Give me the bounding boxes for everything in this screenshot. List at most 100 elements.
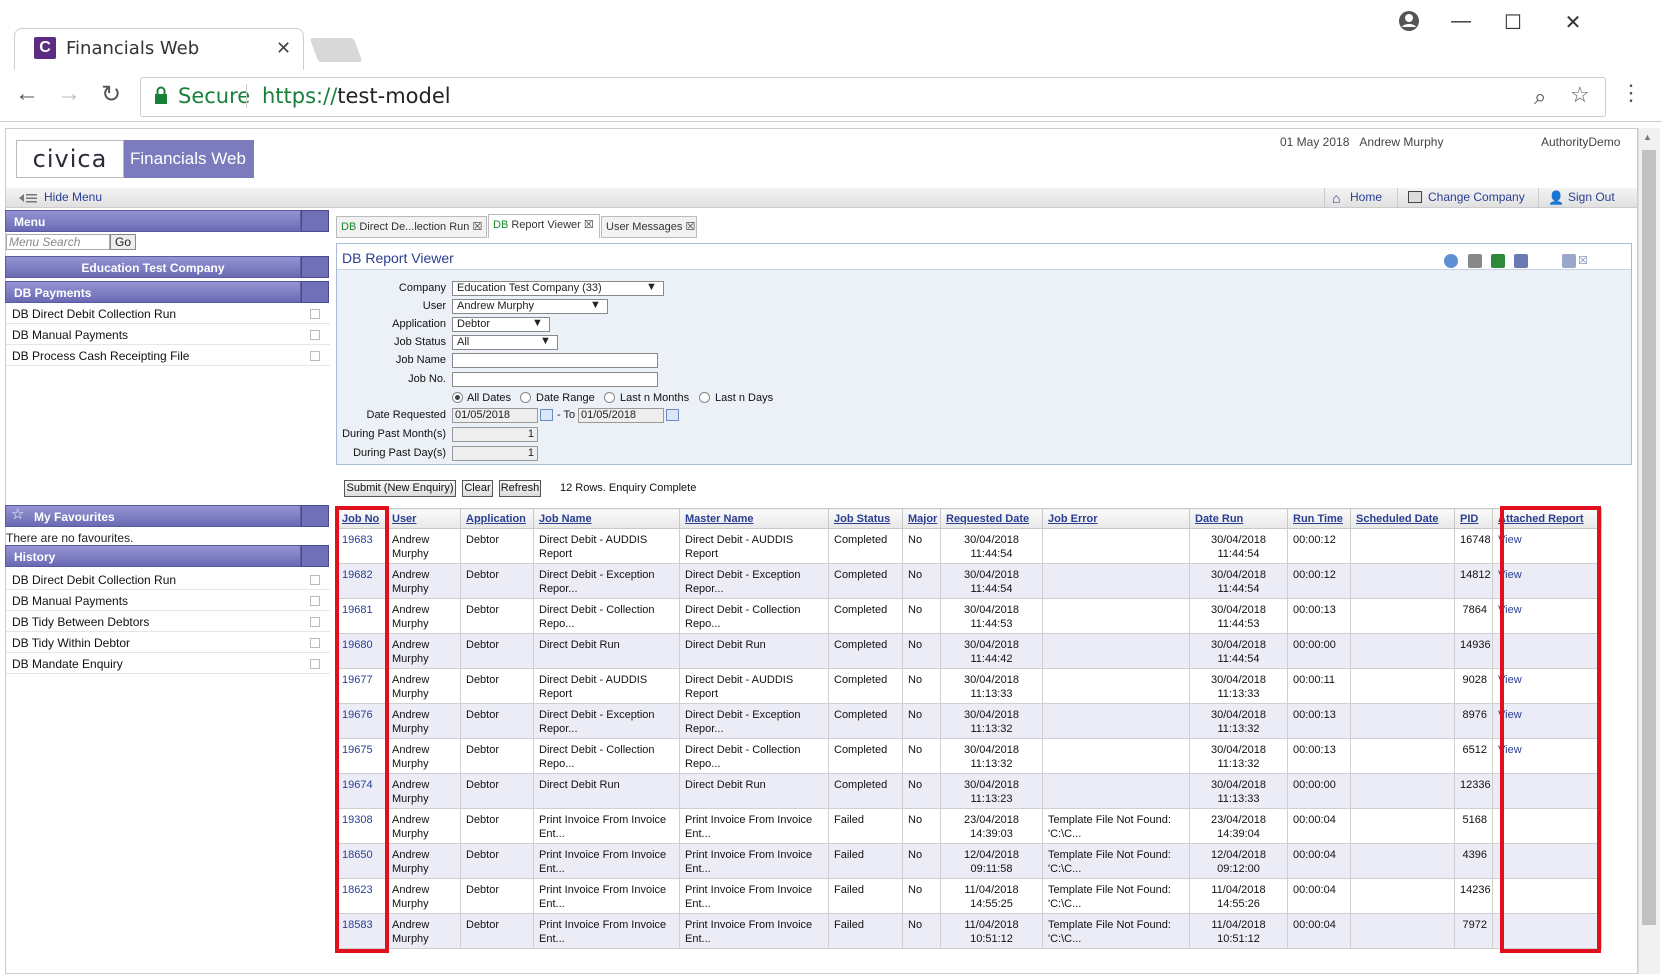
sidebar-menu-item[interactable]: DB Direct Debit Collection Run — [6, 304, 330, 324]
table-row[interactable]: 18623 Andrew Murphy Debtor Print Invoice Fro… — [336, 878, 1602, 914]
table-row[interactable]: 19677 Andrew Murphy Debtor Direct Debit - AU… — [336, 668, 1602, 704]
open-link-icon[interactable] — [310, 351, 320, 361]
calendar-icon[interactable] — [540, 409, 553, 421]
column-header[interactable]: Major — [902, 508, 941, 529]
sidebar-history-item[interactable]: DB Direct Debit Collection Run — [6, 570, 330, 590]
column-header[interactable]: Run Time — [1287, 508, 1351, 529]
section-header[interactable]: DB Payments — [5, 281, 301, 303]
browser-menu-icon[interactable]: ⋮ — [1620, 80, 1642, 106]
past-months-input[interactable]: 1 — [452, 427, 538, 442]
column-header[interactable]: Requested Date — [940, 508, 1043, 529]
home-link[interactable]: Home — [1350, 190, 1382, 204]
maximize-icon[interactable]: ☐ — [1496, 10, 1530, 35]
column-header[interactable]: Scheduled Date — [1350, 508, 1455, 529]
job-name-input[interactable] — [452, 353, 658, 368]
change-company-link[interactable]: Change Company — [1428, 190, 1525, 204]
menu-panel-toggle-icon[interactable] — [301, 210, 329, 232]
minimize-icon[interactable]: — — [1444, 10, 1478, 33]
help-icon[interactable] — [1444, 254, 1458, 268]
tab-direct-debit-run[interactable]: DB Direct De...lection Run ☒ — [336, 216, 487, 238]
table-row[interactable]: 19308 Andrew Murphy Debtor Print Invoice Fro… — [336, 808, 1602, 844]
clear-button[interactable]: Clear — [462, 480, 493, 497]
profile-icon[interactable] — [1392, 10, 1426, 38]
section-toggle-icon[interactable] — [301, 281, 329, 303]
print-icon[interactable] — [1468, 254, 1482, 268]
table-row[interactable]: 19680 Andrew Murphy Debtor Direct Debit Run D… — [336, 633, 1602, 669]
close-tab-icon[interactable]: ☒ — [472, 221, 482, 233]
zoom-icon[interactable]: ⌕ — [1534, 84, 1546, 110]
close-tab-icon[interactable]: ☒ — [685, 221, 695, 233]
table-row[interactable]: 18650 Andrew Murphy Debtor Print Invoice Fro… — [336, 843, 1602, 879]
table-row[interactable]: 19676 Andrew Murphy Debtor Direct Debit - Ex… — [336, 703, 1602, 739]
table-row[interactable]: 19681 Andrew Murphy Debtor Direct Debit - Co… — [336, 598, 1602, 634]
column-header[interactable]: Master Name — [679, 508, 829, 529]
column-header[interactable]: Job Error — [1042, 508, 1190, 529]
open-link-icon[interactable] — [310, 659, 320, 669]
job-no-input[interactable] — [452, 372, 658, 387]
close-tab-icon[interactable]: ☒ — [584, 219, 594, 231]
report-icon[interactable] — [1514, 254, 1528, 268]
column-header[interactable]: Application — [460, 508, 534, 529]
scrollbar-thumb[interactable] — [1642, 150, 1656, 925]
hide-menu-icon[interactable] — [18, 192, 38, 204]
sign-out-link[interactable]: Sign Out — [1568, 190, 1615, 204]
bookmark-star-icon[interactable]: ☆ — [1570, 82, 1590, 108]
column-header[interactable]: User — [386, 508, 461, 529]
company-select[interactable]: Education Test Company (33) — [452, 281, 664, 296]
open-link-icon[interactable] — [310, 575, 320, 585]
sidebar-history-item[interactable]: DB Mandate Enquiry — [6, 654, 330, 674]
table-row[interactable]: 19674 Andrew Murphy Debtor Direct Debit Run D… — [336, 773, 1602, 809]
excel-export-icon[interactable] — [1491, 254, 1505, 268]
radio-date-range[interactable] — [520, 392, 531, 403]
change-company-icon[interactable] — [1408, 191, 1422, 203]
sidebar-history-item[interactable]: DB Manual Payments — [6, 591, 330, 611]
column-header[interactable]: Job Name — [533, 508, 680, 529]
window-close-icon[interactable]: ✕ — [1556, 10, 1590, 35]
scroll-up-icon[interactable]: ▲ — [1643, 132, 1652, 142]
table-row[interactable]: 19675 Andrew Murphy Debtor Direct Debit - Co… — [336, 738, 1602, 774]
reload-icon[interactable]: ↻ — [96, 80, 126, 109]
new-tab-button[interactable] — [309, 38, 363, 62]
radio-last-n-months[interactable] — [604, 392, 615, 403]
open-link-icon[interactable] — [310, 330, 320, 340]
submit-button[interactable]: Submit (New Enquiry) — [344, 480, 456, 497]
table-row[interactable]: 18583 Andrew Murphy Debtor Print Invoice Fro… — [336, 913, 1602, 949]
company-toggle-icon[interactable] — [301, 256, 329, 278]
menu-search-input[interactable]: Menu Search — [6, 234, 110, 250]
user-select[interactable]: Andrew Murphy — [452, 299, 608, 314]
close-tab-icon[interactable]: ✕ — [276, 38, 291, 59]
favourites-toggle-icon[interactable] — [301, 505, 329, 527]
sign-out-icon[interactable]: 👤 — [1548, 190, 1564, 206]
radio-all-dates[interactable] — [452, 392, 463, 403]
home-icon[interactable]: ⌂ — [1332, 190, 1340, 206]
calendar-icon[interactable] — [666, 409, 679, 421]
tab-report-viewer[interactable]: DB Report Viewer ☒ — [488, 214, 600, 238]
sidebar-menu-item[interactable]: DB Process Cash Receipting File — [6, 346, 330, 366]
go-button[interactable]: Go — [110, 234, 136, 250]
forward-arrow-icon[interactable]: → — [54, 80, 84, 108]
column-header[interactable]: Date Run — [1189, 508, 1288, 529]
past-days-input[interactable]: 1 — [452, 446, 538, 461]
url-text[interactable]: https://test-model — [262, 84, 451, 108]
open-link-icon[interactable] — [310, 638, 320, 648]
open-link-icon[interactable] — [310, 596, 320, 606]
sidebar-history-item[interactable]: DB Tidy Between Debtors — [6, 612, 330, 632]
tab-user-messages[interactable]: User Messages ☒ — [601, 216, 697, 238]
sidebar-menu-item[interactable]: DB Manual Payments — [6, 325, 330, 345]
date-to-input[interactable]: 01/05/2018 — [578, 408, 664, 423]
hide-menu-link[interactable]: Hide Menu — [44, 190, 102, 204]
back-arrow-icon[interactable]: ← — [12, 80, 42, 108]
radio-last-n-days[interactable] — [699, 392, 710, 403]
close-panel-icon[interactable]: ☒ — [1578, 254, 1588, 267]
table-row[interactable]: 19682 Andrew Murphy Debtor Direct Debit - Ex… — [336, 563, 1602, 599]
table-row[interactable]: 19683 Andrew Murphy Debtor Direct Debit - AU… — [336, 528, 1602, 564]
sidebar-history-item[interactable]: DB Tidy Within Debtor — [6, 633, 330, 653]
refresh-button[interactable]: Refresh — [499, 480, 541, 497]
column-header[interactable]: Job Status — [828, 508, 903, 529]
open-link-icon[interactable] — [310, 309, 320, 319]
open-link-icon[interactable] — [310, 617, 320, 627]
history-toggle-icon[interactable] — [301, 545, 329, 567]
date-from-input[interactable]: 01/05/2018 — [452, 408, 538, 423]
column-header[interactable]: PID — [1454, 508, 1493, 529]
maximize-panel-icon[interactable] — [1562, 254, 1576, 268]
